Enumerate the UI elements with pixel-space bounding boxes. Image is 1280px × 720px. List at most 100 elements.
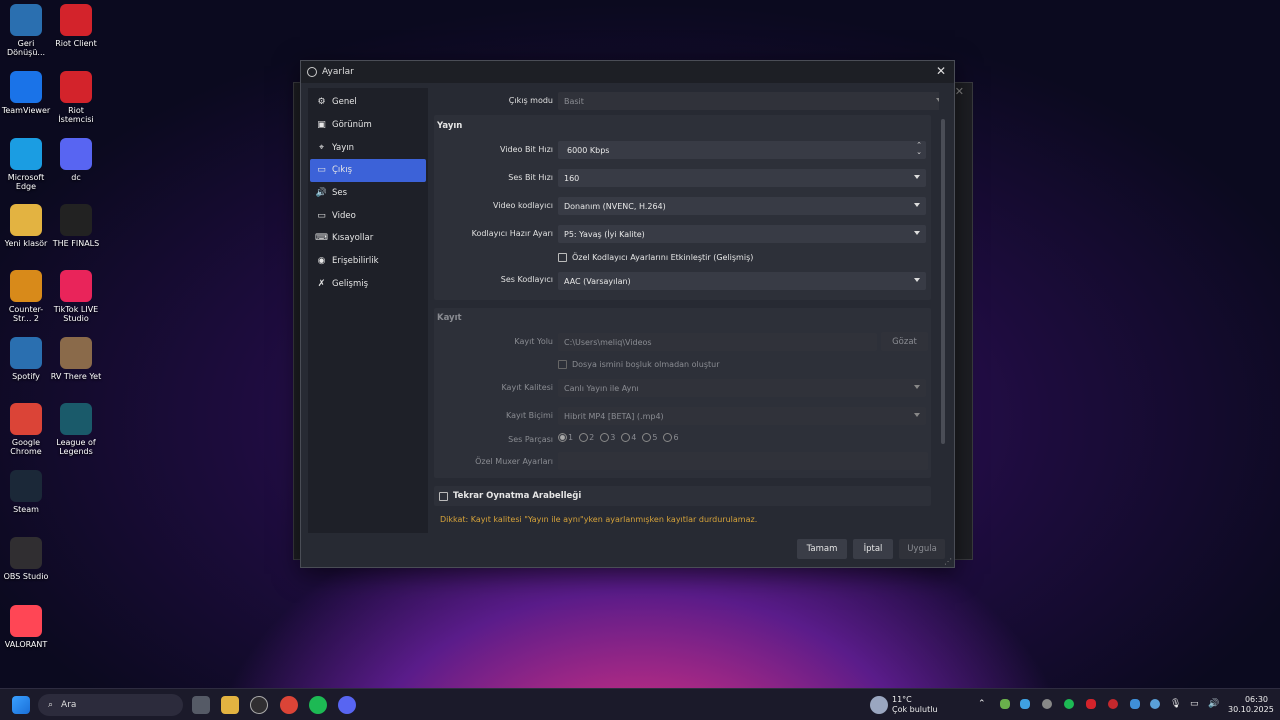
no-space-checkbox[interactable]: Dosya ismini boşluk olmadan oluştur: [558, 360, 720, 369]
discord-taskbar-icon[interactable]: [338, 696, 356, 714]
checkbox-icon[interactable]: [558, 360, 567, 369]
sidebar-item-audio[interactable]: 🔊 Ses: [308, 182, 428, 205]
file-explorer-icon[interactable]: [221, 696, 239, 714]
checkbox-icon[interactable]: [439, 491, 448, 501]
video-bitrate-spinbox[interactable]: 6000 Kbps ⌃ ⌄: [558, 141, 926, 159]
desktop-icon[interactable]: Riot Client: [50, 4, 102, 48]
desktop-icon[interactable]: TikTok LIVE Studio: [50, 270, 102, 323]
audio-track-radio[interactable]: 1: [558, 433, 573, 442]
weather-cloud-icon[interactable]: [870, 696, 888, 714]
video-encoder-select[interactable]: Donanım (NVENC, H.264): [558, 197, 926, 215]
recording-format-select[interactable]: Hibrit MP4 [BETA] (.mp4): [558, 407, 926, 425]
chevron-down-icon: [914, 278, 920, 282]
audio-track-radio[interactable]: 4: [621, 433, 636, 442]
desktop-icon[interactable]: TeamViewer: [0, 71, 52, 115]
audio-bitrate-select[interactable]: 160: [558, 169, 926, 187]
muxer-settings-input[interactable]: [558, 452, 928, 470]
desktop-icon[interactable]: THE FINALS: [50, 204, 102, 248]
weather-widget[interactable]: 11°C Çok bulutlu: [892, 695, 938, 715]
chevron-down-icon: [914, 385, 920, 389]
desktop-icon-label: Riot İstemcisi: [58, 106, 94, 124]
desktop-icon[interactable]: Steam: [0, 470, 52, 514]
spotify-tray-icon[interactable]: [1064, 699, 1074, 709]
appearance-icon: ▣: [317, 120, 326, 131]
tray-overflow-icon[interactable]: ⌃: [978, 699, 986, 709]
chrome-taskbar-icon[interactable]: [280, 696, 298, 714]
sidebar-item-general[interactable]: ⚙ Genel: [308, 91, 428, 114]
desktop-icon[interactable]: OBS Studio: [0, 537, 52, 581]
desktop-icon[interactable]: RV There Yet: [50, 337, 102, 381]
sidebar-item-appearance[interactable]: ▣ Görünüm: [308, 114, 428, 137]
windows-start-icon[interactable]: [12, 696, 30, 714]
custom-encoder-checkbox[interactable]: Özel Kodlayıcı Ayarlarını Etkinleştir (G…: [558, 253, 753, 262]
recording-path-input[interactable]: C:\Users\meliq\Videos: [558, 333, 877, 351]
obs-taskbar-icon[interactable]: [250, 696, 268, 714]
close-icon[interactable]: ✕: [955, 85, 964, 98]
desktop-icon-label: Geri Dönüşü...: [6, 39, 46, 57]
no-space-label: Dosya ismini boşluk olmadan oluştur: [572, 360, 720, 369]
tray-app-icon[interactable]: [1020, 699, 1030, 709]
resize-grip-icon[interactable]: ⋰: [944, 557, 952, 566]
sidebar-item-hotkeys[interactable]: ⌨ Kısayollar: [308, 227, 428, 250]
taskbar-search[interactable]: ⌕ Ara: [38, 694, 183, 716]
app-icon: [60, 138, 92, 170]
audio-track-radio[interactable]: 5: [642, 433, 657, 442]
steam-tray-icon[interactable]: [1130, 699, 1140, 709]
desktop-icon[interactable]: Counter-Str... 2: [0, 270, 52, 323]
desktop-icon[interactable]: Geri Dönüşü...: [0, 4, 52, 57]
desktop-icon[interactable]: Yeni klasör: [0, 204, 52, 248]
desktop-icon[interactable]: dc: [50, 138, 102, 182]
close-button[interactable]: ✕: [934, 64, 948, 78]
sidebar-item-accessibility[interactable]: ◉ Erişebilirlik: [308, 250, 428, 273]
checkbox-icon[interactable]: [558, 253, 567, 262]
audio-track-radio[interactable]: 3: [600, 433, 615, 442]
sidebar-item-video[interactable]: ▭ Video: [308, 204, 428, 227]
tray-app-icon[interactable]: [1108, 699, 1118, 709]
audio-track-number: 5: [652, 433, 658, 442]
spin-arrows-icon[interactable]: ⌃ ⌄: [916, 142, 922, 156]
encoder-preset-select[interactable]: P5: Yavaş (İyi Kalite): [558, 225, 926, 243]
microphone-icon[interactable]: 🎙: [1170, 699, 1181, 709]
app-icon: [60, 71, 92, 103]
output-mode-select[interactable]: Basit: [558, 92, 939, 110]
tray-app-icon[interactable]: [1150, 699, 1160, 709]
sidebar-item-stream[interactable]: ⌖ Yayın: [308, 136, 428, 159]
audio-track-radio[interactable]: 6: [663, 433, 679, 442]
recording-format-label: Kayıt Biçimi: [506, 411, 553, 420]
recording-quality-select[interactable]: Canlı Yayın ile Aynı: [558, 379, 926, 397]
volume-icon[interactable]: 🔊: [1208, 699, 1219, 709]
display-icon[interactable]: ▭: [1190, 699, 1199, 709]
audio-bitrate-value: 160: [564, 173, 580, 183]
taskbar: ⌕ Ara 11°C Çok bulutlu ⌃ 🎙 ▭ 🔊 06:30 30.…: [0, 688, 1280, 720]
sidebar-item-advanced[interactable]: ✗ Gelişmiş: [308, 273, 428, 296]
audio-track-radio[interactable]: 2: [579, 433, 594, 442]
browse-button[interactable]: Gözat: [881, 332, 928, 351]
sidebar-item-output[interactable]: ▭ Çıkış: [310, 159, 426, 182]
app-icon: [60, 270, 92, 302]
vertical-scrollbar[interactable]: [941, 119, 945, 444]
riot-tray-icon[interactable]: [1086, 699, 1096, 709]
desktop-icon[interactable]: Google Chrome: [0, 403, 52, 456]
cancel-button[interactable]: İptal: [853, 539, 893, 559]
audio-encoder-select[interactable]: AAC (Varsayılan): [558, 272, 926, 290]
apply-button[interactable]: Uygula: [899, 539, 945, 559]
desktop-icon-label: Microsoft Edge: [7, 173, 45, 191]
chevron-down-icon: [936, 98, 939, 102]
app-icon: [10, 537, 42, 569]
tray-app-icon[interactable]: [1042, 699, 1052, 709]
desktop-icon[interactable]: Spotify: [0, 337, 52, 381]
audio-encoder-value: AAC (Varsayılan): [564, 276, 631, 286]
ok-button[interactable]: Tamam: [797, 539, 847, 559]
replay-buffer-checkbox[interactable]: Tekrar Oynatma Arabelleği: [439, 491, 581, 501]
desktop-icon[interactable]: League of Legends: [50, 403, 102, 456]
sidebar-item-label: Görünüm: [332, 120, 372, 131]
desktop-icon[interactable]: Microsoft Edge: [0, 138, 52, 191]
clock[interactable]: 06:30 30.10.2025: [1228, 695, 1274, 715]
app-icon: [60, 204, 92, 236]
weather-temp: 11°C: [892, 695, 912, 704]
spotify-taskbar-icon[interactable]: [309, 696, 327, 714]
task-view-icon[interactable]: [192, 696, 210, 714]
desktop-icon[interactable]: Riot İstemcisi: [50, 71, 102, 124]
nvidia-tray-icon[interactable]: [1000, 699, 1010, 709]
desktop-icon[interactable]: VALORANT: [0, 605, 52, 649]
